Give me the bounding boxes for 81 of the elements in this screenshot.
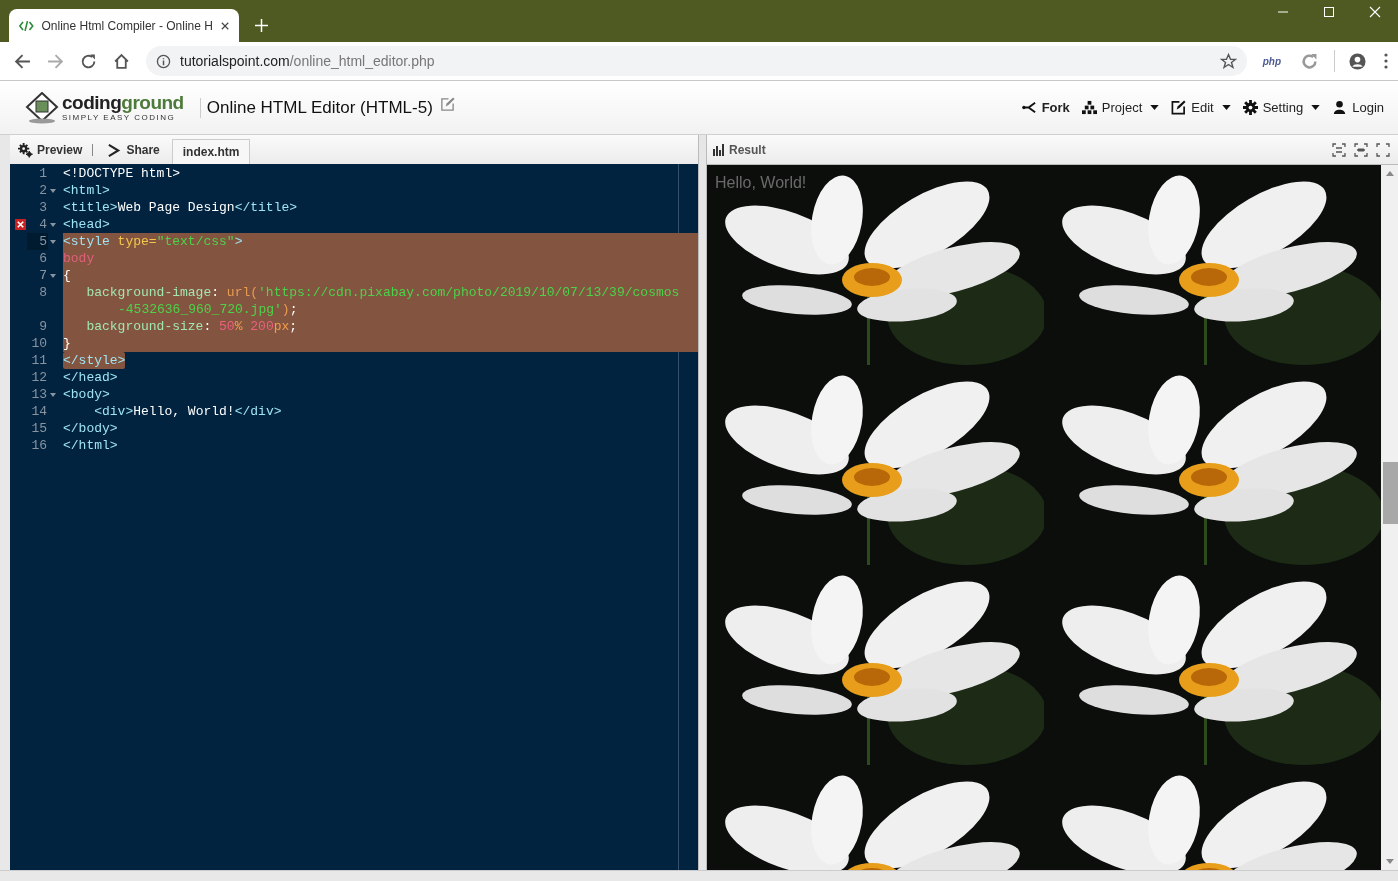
line-number: 6 bbox=[38, 250, 48, 267]
code-line: <div>Hello, World!</div> bbox=[93, 403, 282, 420]
edit-icon[interactable] bbox=[439, 97, 455, 112]
gear-icon bbox=[1242, 100, 1258, 115]
logo-tagline: SIMPLY EASY CODING bbox=[62, 113, 177, 122]
url-text: tutorialspoint.com/online_html_editor.php bbox=[180, 53, 435, 69]
code-line: <body> bbox=[63, 386, 110, 403]
line-number: 15 bbox=[30, 420, 48, 437]
code-line: </html> bbox=[63, 437, 118, 454]
code-line: </body> bbox=[63, 420, 118, 437]
menu-icon[interactable] bbox=[1384, 53, 1388, 69]
browser-tab[interactable]: Online Html Compiler - Online H bbox=[9, 9, 239, 42]
star-icon[interactable] bbox=[1219, 52, 1237, 70]
fullscreen-icon[interactable] bbox=[1376, 142, 1390, 157]
logo-icon bbox=[25, 91, 59, 124]
menu-item[interactable]: Setting bbox=[1236, 100, 1327, 115]
menu-item[interactable]: Login bbox=[1326, 100, 1390, 115]
page-title: Online HTML Editor (HTML-5) bbox=[206, 97, 433, 118]
fold-icon[interactable] bbox=[50, 223, 56, 227]
file-tab[interactable]: index.htm bbox=[171, 139, 251, 164]
code-line: <html> bbox=[63, 182, 110, 199]
collapse-icon[interactable] bbox=[1354, 142, 1368, 157]
new-tab-icon[interactable] bbox=[255, 19, 268, 32]
chevron-icon bbox=[107, 142, 123, 158]
line-number: 4 bbox=[38, 216, 48, 233]
line-number: 3 bbox=[38, 199, 48, 216]
fold-icon[interactable] bbox=[50, 274, 56, 278]
expand-vertical-icon[interactable] bbox=[1332, 142, 1346, 157]
scroll-down-icon[interactable] bbox=[1385, 859, 1394, 864]
edit-icon bbox=[1171, 100, 1187, 115]
line-number: 9 bbox=[38, 318, 48, 335]
profile-icon[interactable] bbox=[1349, 52, 1366, 70]
scroll-up-icon[interactable] bbox=[1385, 171, 1394, 176]
code-line: <title>Web Page Design</title> bbox=[63, 199, 298, 216]
reload-icon[interactable] bbox=[80, 52, 97, 70]
fold-icon[interactable] bbox=[50, 393, 56, 397]
line-number: 12 bbox=[30, 369, 48, 386]
line-number: 5 bbox=[27, 233, 48, 250]
user-icon bbox=[1332, 100, 1348, 115]
menu-item[interactable]: Edit bbox=[1165, 100, 1237, 115]
back-icon[interactable] bbox=[14, 52, 31, 70]
caret-icon bbox=[1311, 105, 1321, 110]
fork-icon bbox=[1021, 100, 1037, 115]
scroll-thumb[interactable] bbox=[1383, 462, 1398, 524]
output-text: Hello, World! bbox=[715, 174, 807, 192]
fold-icon[interactable] bbox=[50, 240, 56, 244]
refresh-extension-icon[interactable] bbox=[1301, 52, 1318, 70]
code-line: <!DOCTYPE html> bbox=[63, 165, 181, 182]
line-number: 1 bbox=[38, 165, 48, 182]
maximize-icon[interactable] bbox=[1323, 6, 1335, 18]
tab-title: Online Html Compiler - Online H bbox=[41, 18, 213, 33]
info-icon bbox=[156, 53, 171, 69]
line-number: 11 bbox=[30, 352, 48, 369]
logo-text: codingground bbox=[62, 93, 184, 113]
caret-icon bbox=[1150, 105, 1160, 110]
address-bar[interactable]: tutorialspoint.com/online_html_editor.php bbox=[146, 46, 1247, 76]
line-number: 7 bbox=[38, 267, 48, 284]
gears-icon bbox=[18, 142, 33, 158]
line-number: 2 bbox=[38, 182, 48, 199]
line-number: 8 bbox=[38, 284, 48, 301]
menu-item[interactable]: Fork bbox=[1015, 100, 1076, 115]
line-number: 13 bbox=[30, 386, 48, 403]
scrollbar[interactable] bbox=[1381, 165, 1398, 870]
line-number: 10 bbox=[30, 335, 48, 352]
code-icon bbox=[19, 18, 34, 33]
code-line: </head> bbox=[63, 369, 118, 386]
sitemap-icon bbox=[1081, 100, 1097, 115]
toolbar-button[interactable]: Preview bbox=[10, 136, 87, 164]
fold-icon[interactable] bbox=[50, 189, 56, 193]
toolbar-button[interactable]: Share bbox=[99, 136, 164, 164]
home-icon[interactable] bbox=[113, 52, 130, 70]
extension-label[interactable]: php bbox=[1262, 55, 1281, 67]
result-title: Result bbox=[729, 142, 766, 157]
line-number: 16 bbox=[30, 437, 48, 454]
code-line: <head> bbox=[63, 216, 110, 233]
line-number: 14 bbox=[30, 403, 48, 420]
bar-chart-icon bbox=[713, 143, 725, 156]
close-tab-icon[interactable] bbox=[220, 20, 229, 31]
close-icon[interactable] bbox=[1369, 6, 1381, 18]
caret-icon bbox=[1221, 105, 1231, 110]
menu-item[interactable]: Project bbox=[1075, 100, 1166, 115]
